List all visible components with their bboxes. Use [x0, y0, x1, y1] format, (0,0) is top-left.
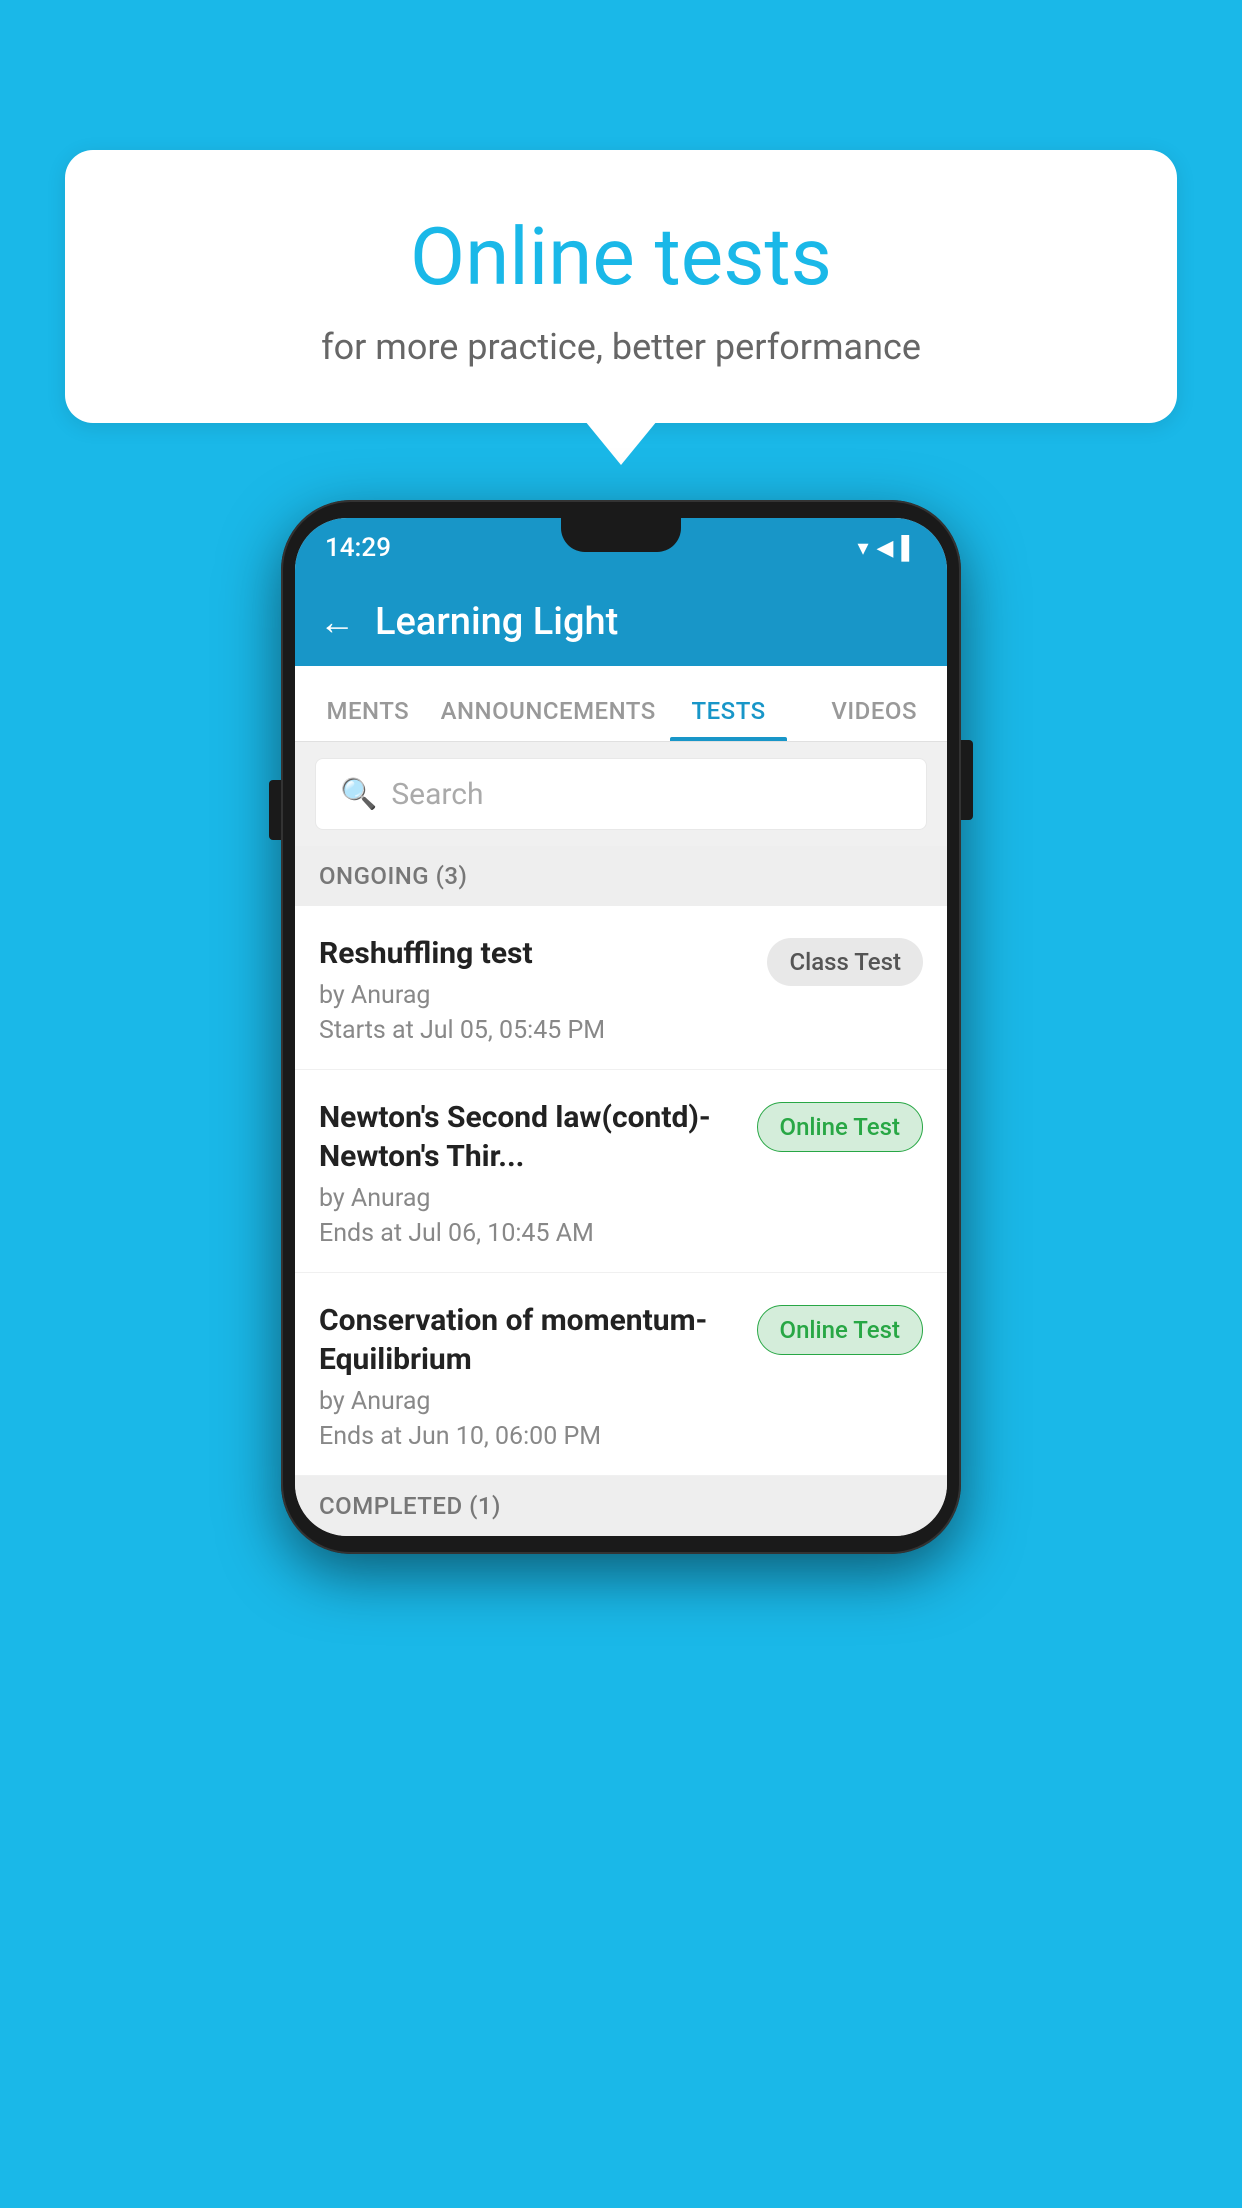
tabs-bar: MENTS ANNOUNCEMENTS TESTS VIDEOS: [295, 666, 947, 742]
signal-icon: ◀: [876, 536, 893, 561]
phone-screen: 14:29 ▾ ◀ ▌ ← Learning Light MENTS ANNOU…: [295, 518, 947, 1536]
back-button[interactable]: ←: [319, 601, 355, 643]
app-bar: ← Learning Light: [295, 578, 947, 666]
tab-tests[interactable]: TESTS: [656, 697, 802, 741]
test-name: Newton's Second law(contd)-Newton's Thir…: [319, 1098, 737, 1176]
test-date: Starts at Jul 05, 05:45 PM: [319, 1016, 747, 1045]
tab-videos[interactable]: VIDEOS: [801, 697, 947, 741]
status-icons: ▾ ◀ ▌: [857, 535, 917, 561]
test-info: Reshuffling test by Anurag Starts at Jul…: [319, 934, 767, 1045]
test-info: Conservation of momentum-Equilibrium by …: [319, 1301, 757, 1451]
test-by: by Anurag: [319, 1387, 737, 1416]
test-badge-class: Class Test: [767, 938, 923, 986]
wifi-icon: ▾: [857, 536, 868, 561]
search-bar-wrapper: 🔍 Search: [295, 742, 947, 846]
tab-announcements[interactable]: ANNOUNCEMENTS: [441, 697, 656, 741]
test-badge-online: Online Test: [757, 1102, 923, 1152]
phone-device: 14:29 ▾ ◀ ▌ ← Learning Light MENTS ANNOU…: [281, 500, 961, 1554]
completed-section-header: COMPLETED (1): [295, 1476, 947, 1536]
speech-bubble: Online tests for more practice, better p…: [65, 150, 1177, 423]
test-item[interactable]: Conservation of momentum-Equilibrium by …: [295, 1273, 947, 1476]
completed-label: COMPLETED (1): [319, 1492, 501, 1520]
test-date: Ends at Jul 06, 10:45 AM: [319, 1219, 737, 1248]
bubble-subtitle: for more practice, better performance: [105, 326, 1137, 368]
test-badge-online-2: Online Test: [757, 1305, 923, 1355]
search-placeholder: Search: [391, 777, 483, 812]
test-by: by Anurag: [319, 1184, 737, 1213]
phone-outer: 14:29 ▾ ◀ ▌ ← Learning Light MENTS ANNOU…: [281, 500, 961, 1554]
test-item[interactable]: Newton's Second law(contd)-Newton's Thir…: [295, 1070, 947, 1273]
test-info: Newton's Second law(contd)-Newton's Thir…: [319, 1098, 757, 1248]
test-name: Reshuffling test: [319, 934, 747, 973]
test-list: Reshuffling test by Anurag Starts at Jul…: [295, 906, 947, 1476]
status-time: 14:29: [325, 533, 391, 563]
test-date: Ends at Jun 10, 06:00 PM: [319, 1422, 737, 1451]
test-name: Conservation of momentum-Equilibrium: [319, 1301, 737, 1379]
battery-icon: ▌: [901, 535, 917, 561]
bubble-title: Online tests: [105, 210, 1137, 304]
test-item[interactable]: Reshuffling test by Anurag Starts at Jul…: [295, 906, 947, 1070]
status-bar: 14:29 ▾ ◀ ▌: [295, 518, 947, 578]
ongoing-section-header: ONGOING (3): [295, 846, 947, 906]
search-icon: 🔍: [340, 777, 377, 812]
tab-ments[interactable]: MENTS: [295, 697, 441, 741]
ongoing-label: ONGOING (3): [319, 862, 467, 890]
app-bar-title: Learning Light: [375, 600, 618, 644]
search-bar[interactable]: 🔍 Search: [315, 758, 927, 830]
test-by: by Anurag: [319, 981, 747, 1010]
notch: [561, 518, 681, 552]
